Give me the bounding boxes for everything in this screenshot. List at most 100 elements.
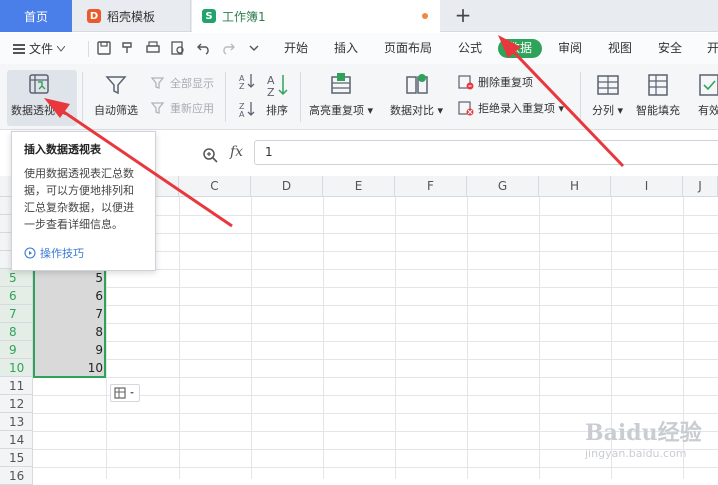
validity-button[interactable]: 有效 xyxy=(696,72,718,118)
menu-page-layout[interactable]: 页面布局 xyxy=(384,33,432,64)
data-compare-button[interactable]: 数据对比 ▾ xyxy=(390,72,443,118)
column-header-d[interactable]: D xyxy=(251,176,323,197)
row-header-6[interactable]: 6 xyxy=(0,287,33,305)
new-tab-button[interactable]: + xyxy=(452,4,474,26)
menu-more[interactable]: 开 xyxy=(707,33,718,64)
chevron-down-icon xyxy=(57,45,66,52)
remove-duplicates-button[interactable]: 删除重复项 xyxy=(458,74,533,90)
spreadsheet-icon: S xyxy=(202,9,216,23)
sort-descending-icon[interactable]: ZA xyxy=(238,100,256,118)
tips-link[interactable]: 操作技巧 xyxy=(24,245,84,261)
column-header-e[interactable]: E xyxy=(323,176,395,197)
divider xyxy=(82,72,83,122)
tab-workbook[interactable]: S 工作簿1 xyxy=(192,0,440,32)
column-header-i[interactable]: I xyxy=(611,176,683,197)
sort-ascending-icon[interactable]: AZ xyxy=(238,72,256,90)
divider xyxy=(88,41,89,57)
grid-line xyxy=(179,197,180,479)
watermark-brand: Baidu经验 xyxy=(585,420,702,446)
row-header-12[interactable]: 12 xyxy=(0,395,33,413)
cell-a6[interactable]: 6 xyxy=(33,287,103,305)
row-header-5[interactable]: 5 xyxy=(0,269,33,287)
validity-label: 有效 xyxy=(698,104,718,117)
reapply-button[interactable]: 重新应用 xyxy=(150,100,214,116)
redo-icon[interactable] xyxy=(220,40,236,56)
smart-fill-icon xyxy=(648,74,668,96)
validity-icon xyxy=(699,74,718,96)
column-header-g[interactable]: G xyxy=(467,176,539,197)
undo-icon[interactable] xyxy=(196,40,212,56)
zoom-icon[interactable] xyxy=(202,147,218,163)
smart-fill-button[interactable]: 智能填充 xyxy=(636,72,680,118)
grid-line xyxy=(539,197,540,479)
column-header-j[interactable]: J xyxy=(683,176,718,197)
customize-toolbar-icon[interactable] xyxy=(246,40,262,56)
reject-duplicates-label: 拒绝录入重复项 ▾ xyxy=(478,102,565,115)
grid-line xyxy=(395,197,396,479)
tab-home[interactable]: 首页 xyxy=(0,0,72,32)
cell-a8[interactable]: 8 xyxy=(33,323,103,341)
auto-filter-button[interactable]: 自动筛选 xyxy=(94,72,138,118)
row-header-7[interactable]: 7 xyxy=(0,305,33,323)
tips-link-label: 操作技巧 xyxy=(40,247,84,260)
tab-workbook-label: 工作簿1 xyxy=(222,9,266,24)
menu-view[interactable]: 视图 xyxy=(608,33,632,64)
print-preview-icon[interactable] xyxy=(170,40,186,56)
column-header-f[interactable]: F xyxy=(395,176,467,197)
column-header-h[interactable]: H xyxy=(539,176,611,197)
row-header-11[interactable]: 11 xyxy=(0,377,33,395)
format-painter-icon[interactable] xyxy=(120,40,136,56)
fx-icon[interactable]: fx xyxy=(230,144,243,160)
split-column-icon xyxy=(596,75,619,95)
formula-input[interactable]: 1 xyxy=(254,140,718,165)
row-header-8[interactable]: 8 xyxy=(0,323,33,341)
cell-a9[interactable]: 9 xyxy=(33,341,103,359)
reapply-icon xyxy=(150,102,165,114)
play-circle-icon xyxy=(24,247,36,259)
save-icon[interactable] xyxy=(96,40,112,56)
grid-line xyxy=(33,359,718,360)
show-all-icon xyxy=(150,77,165,89)
file-menu[interactable]: 文件 xyxy=(13,40,66,57)
row-header-15[interactable]: 15 xyxy=(0,449,33,467)
paste-options-button[interactable] xyxy=(110,384,140,402)
cell-a5[interactable]: 5 xyxy=(33,269,103,287)
menu-review[interactable]: 审阅 xyxy=(558,33,582,64)
pivot-table-tooltip: 插入数据透视表 使用数据透视表汇总数据，可以方便地排列和汇总复杂数据，以便进一步… xyxy=(11,131,156,271)
menu-data[interactable]: 数据 xyxy=(498,39,543,58)
menu-formula[interactable]: 公式 xyxy=(458,33,482,64)
row-header-13[interactable]: 13 xyxy=(0,413,33,431)
row-header-16[interactable]: 16 xyxy=(0,467,33,485)
menu-insert[interactable]: 插入 xyxy=(334,33,358,64)
menu-start[interactable]: 开始 xyxy=(284,33,308,64)
cell-a7[interactable]: 7 xyxy=(33,305,103,323)
divider xyxy=(580,72,581,122)
cell-a10[interactable]: 10 xyxy=(33,359,103,377)
auto-filter-label: 自动筛选 xyxy=(94,104,138,117)
grid-line xyxy=(251,197,252,479)
print-icon[interactable] xyxy=(145,40,161,56)
menu-security[interactable]: 安全 xyxy=(658,33,682,64)
sort-button[interactable]: AZ 排序 xyxy=(264,72,290,118)
highlight-duplicates-icon xyxy=(331,73,351,94)
baidu-watermark: Baidu经验 jingyan.baidu.com xyxy=(585,415,715,477)
show-all-label: 全部显示 xyxy=(170,77,214,90)
hamburger-icon xyxy=(13,43,25,54)
divider xyxy=(225,72,226,122)
row-header-14[interactable]: 14 xyxy=(0,431,33,449)
column-header-c[interactable]: C xyxy=(179,176,251,197)
file-menu-label: 文件 xyxy=(29,42,54,56)
reject-duplicates-button[interactable]: 拒绝录入重复项 ▾ xyxy=(458,100,564,116)
menu-bar: 文件 开始 插入 页面布局 公式 数据 审阅 视图 安全 开 xyxy=(0,33,718,64)
split-column-button[interactable]: 分列 ▾ xyxy=(592,72,623,118)
svg-text:Z: Z xyxy=(267,86,275,98)
show-all-button[interactable]: 全部显示 xyxy=(150,75,214,91)
highlight-duplicates-button[interactable]: 高亮重复项 ▾ xyxy=(309,72,373,118)
daoke-icon: D xyxy=(87,9,101,23)
pivot-table-button[interactable]: 数据透视表 xyxy=(11,72,66,118)
grid-line xyxy=(33,287,718,288)
row-header-10[interactable]: 10 xyxy=(0,359,33,377)
tab-template[interactable]: D 稻壳模板 xyxy=(73,0,191,32)
remove-duplicates-icon xyxy=(458,75,474,90)
row-header-9[interactable]: 9 xyxy=(0,341,33,359)
